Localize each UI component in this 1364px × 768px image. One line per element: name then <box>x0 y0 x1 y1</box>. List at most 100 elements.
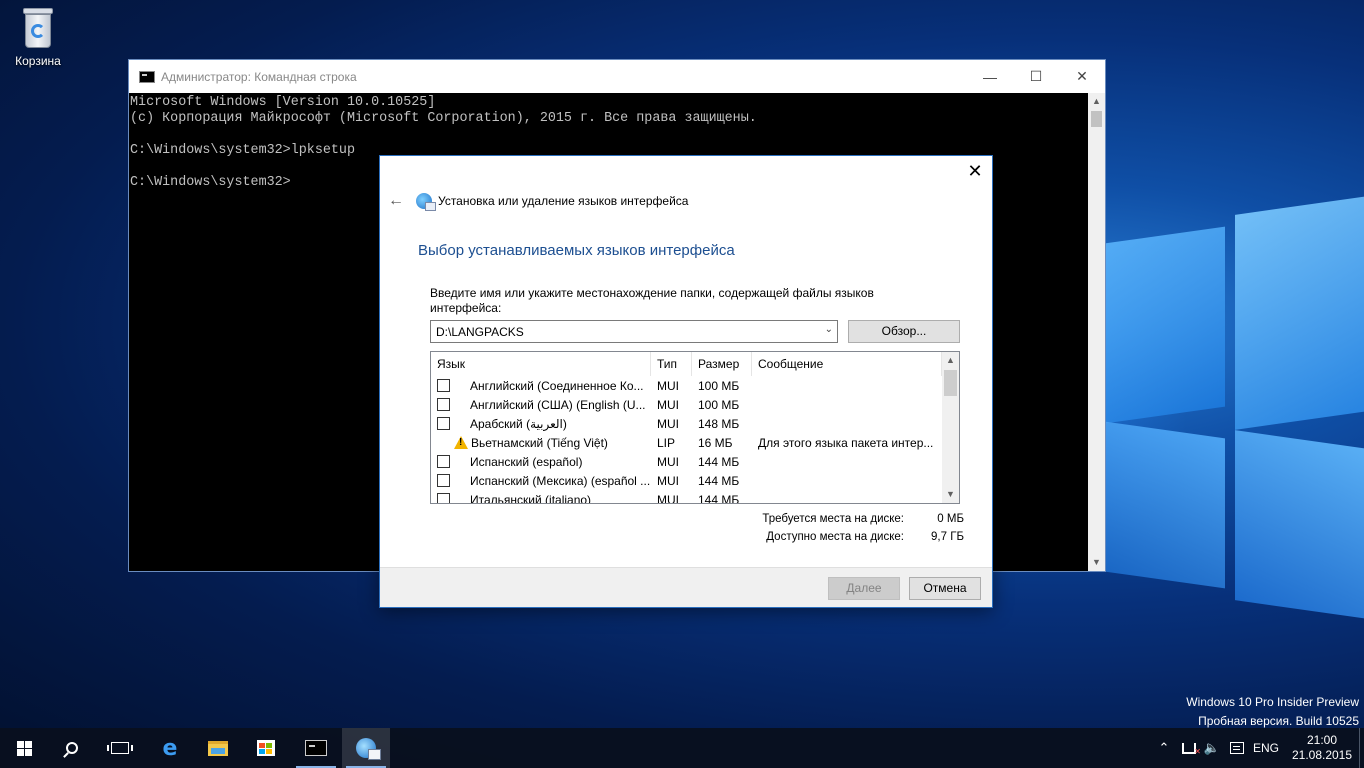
console-line: (c) Корпорация Майкрософт (Microsoft Cor… <box>130 111 757 126</box>
search-button[interactable] <box>48 728 96 768</box>
path-value: D:\LANGPACKS <box>436 324 524 339</box>
command-prompt-icon <box>305 740 327 756</box>
language-row[interactable]: Испанский (Мексика) (español ... MUI 144… <box>431 471 942 490</box>
edge-button[interactable]: e <box>146 728 194 768</box>
disk-space-info: Требуется места на диске: 0 МБ Доступно … <box>740 510 964 546</box>
list-scrollbar[interactable]: ▲ ▼ <box>942 352 959 503</box>
language-size: 144 МБ <box>698 492 740 504</box>
command-prompt-titlebar[interactable]: Администратор: Командная строка — ☐ ✕ <box>129 60 1105 93</box>
language-type: MUI <box>657 397 679 412</box>
maximize-button[interactable]: ☐ <box>1013 60 1059 93</box>
store-icon <box>257 740 275 756</box>
language-checkbox[interactable] <box>437 493 450 503</box>
language-size: 148 МБ <box>698 416 740 431</box>
language-type: MUI <box>657 473 679 488</box>
language-type: MUI <box>657 492 679 504</box>
show-hidden-icons-chevron-up-icon[interactable]: ⌃ <box>1154 728 1174 768</box>
column-header-type[interactable]: Тип <box>651 352 692 376</box>
recycle-bin-shortcut[interactable]: Корзина <box>6 6 70 68</box>
language-list[interactable]: Язык Тип Размер Сообщение Английский (Со… <box>430 351 960 504</box>
language-row[interactable]: Арабский (العربية) MUI 148 МБ <box>431 414 942 433</box>
task-view-icon <box>107 742 133 754</box>
language-name: Вьетнамский (Tiếng Việt) <box>471 435 608 450</box>
language-size: 100 МБ <box>698 378 740 393</box>
cancel-button[interactable]: Отмена <box>909 577 981 600</box>
language-size: 100 МБ <box>698 397 740 412</box>
language-name: Арабский (العربية) <box>470 416 567 431</box>
language-type: LIP <box>657 435 676 450</box>
column-header-message[interactable]: Сообщение <box>752 352 942 376</box>
language-message: Для этого языка пакета интер... <box>758 435 934 450</box>
disk-available-label: Доступно места на диске: <box>766 531 904 543</box>
scroll-thumb[interactable] <box>944 370 957 396</box>
task-view-button[interactable] <box>96 728 144 768</box>
language-type: MUI <box>657 378 679 393</box>
language-checkbox[interactable] <box>437 379 450 392</box>
action-center-button[interactable] <box>1226 728 1248 768</box>
column-header-size[interactable]: Размер <box>692 352 752 376</box>
minimize-button[interactable]: — <box>967 60 1013 93</box>
language-size: 144 МБ <box>698 454 740 469</box>
warning-icon <box>454 436 468 449</box>
scroll-thumb[interactable] <box>1091 111 1102 127</box>
clock[interactable]: 21:00 21.08.2015 <box>1290 728 1354 768</box>
file-explorer-button[interactable] <box>194 728 242 768</box>
scroll-up-arrow-icon[interactable]: ▲ <box>942 352 959 369</box>
lpksetup-taskbar-button[interactable] <box>342 728 390 768</box>
language-row[interactable]: Итальянский (italiano) MUI 144 МБ <box>431 490 942 504</box>
language-row[interactable]: Английский (США) (English (U... MUI 100 … <box>431 395 942 414</box>
command-prompt-icon <box>139 70 155 83</box>
language-name: Итальянский (italiano) <box>470 492 592 504</box>
console-scrollbar[interactable]: ▲ ▼ <box>1088 93 1105 571</box>
language-name: Английский (США) (English (U... <box>470 397 646 412</box>
clock-date: 21.08.2015 <box>1291 748 1353 762</box>
chevron-down-icon[interactable]: ⌄ <box>825 324 833 335</box>
next-button[interactable]: Далее <box>828 577 900 600</box>
language-globe-icon <box>416 193 436 211</box>
column-header-language[interactable]: Язык <box>431 352 651 376</box>
close-button[interactable]: ✕ <box>1059 60 1105 93</box>
disk-required-value: 0 МБ <box>937 513 964 525</box>
network-button[interactable] <box>1178 728 1201 768</box>
language-size: 16 МБ <box>698 435 733 450</box>
language-checkbox[interactable] <box>437 398 450 411</box>
start-icon <box>16 740 32 756</box>
clock-time: 21:00 <box>1306 733 1338 747</box>
language-type: MUI <box>657 454 679 469</box>
language-size: 144 МБ <box>698 473 740 488</box>
scroll-down-arrow-icon[interactable]: ▼ <box>1088 554 1105 571</box>
language-name: Английский (Соединенное Ко... <box>470 378 644 393</box>
language-row[interactable]: Вьетнамский (Tiếng Việt) LIP 16 МБ Для э… <box>431 433 942 452</box>
edge-icon: e <box>162 735 178 761</box>
command-prompt-taskbar-button[interactable] <box>292 728 340 768</box>
path-prompt: Введите имя или укажите местонахождение … <box>430 286 874 315</box>
show-desktop-button[interactable] <box>1359 728 1364 768</box>
wallpaper-pane <box>1235 430 1364 620</box>
disk-required-label: Требуется места на диске: <box>762 513 904 525</box>
recycle-bin-icon <box>21 8 55 50</box>
input-language-indicator[interactable]: ENG <box>1250 728 1282 768</box>
scroll-down-arrow-icon[interactable]: ▼ <box>942 486 959 503</box>
language-setup-dialog[interactable]: ✕ ← Установка или удаление языков интерф… <box>379 155 993 608</box>
taskbar: e ⌃ 🔈 ENG 21:00 21.08.2015 <box>0 728 1364 768</box>
file-explorer-icon <box>208 740 228 756</box>
language-type: MUI <box>657 416 679 431</box>
back-arrow-icon[interactable]: ← <box>388 192 408 210</box>
scroll-up-arrow-icon[interactable]: ▲ <box>1088 93 1105 110</box>
language-row[interactable]: Английский (Соединенное Ко... MUI 100 МБ <box>431 376 942 395</box>
browse-button[interactable]: Обзор... <box>848 320 960 343</box>
language-name: Испанский (español) <box>470 454 583 469</box>
language-checkbox[interactable] <box>437 417 450 430</box>
wallpaper-pane <box>1105 226 1225 424</box>
language-row[interactable]: Испанский (español) MUI 144 МБ <box>431 452 942 471</box>
start-button[interactable] <box>0 728 48 768</box>
dialog-close-icon[interactable]: ✕ <box>964 160 986 182</box>
language-checkbox[interactable] <box>437 455 450 468</box>
disk-available-value: 9,7 ГБ <box>931 531 964 543</box>
language-checkbox[interactable] <box>437 474 450 487</box>
store-button[interactable] <box>242 728 290 768</box>
volume-icon[interactable]: 🔈 <box>1202 728 1222 768</box>
dialog-nav-title: Установка или удаление языков интерфейса <box>438 194 689 208</box>
path-combobox[interactable]: D:\LANGPACKS ⌄ <box>430 320 838 343</box>
